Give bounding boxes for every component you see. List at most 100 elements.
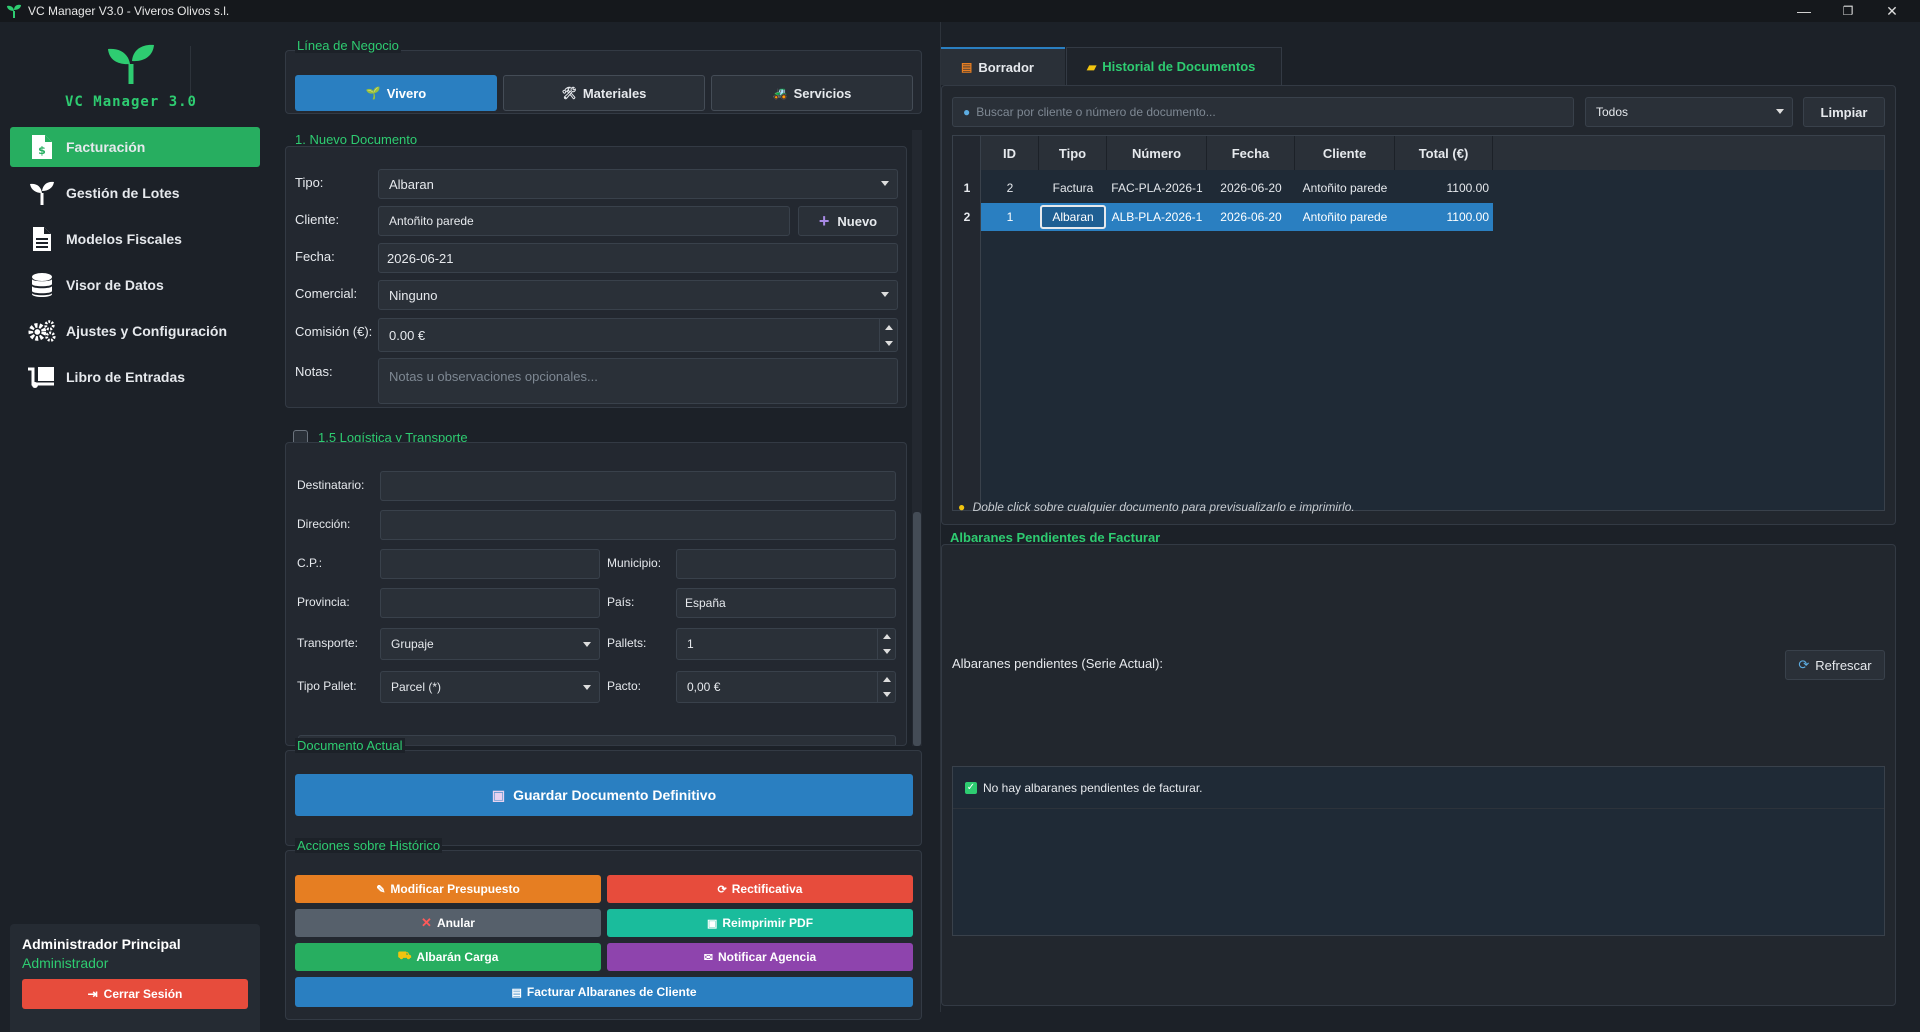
business-line-servicios-button[interactable]: 🚜 Servicios [711, 75, 913, 111]
clear-button[interactable]: Limpiar [1803, 97, 1885, 127]
minimize-button[interactable]: — [1782, 0, 1826, 22]
albaran-carga-button[interactable]: ⛟ Albarán Carga [295, 943, 601, 971]
direccion-input[interactable] [380, 510, 896, 540]
reimprimir-pdf-button[interactable]: ▣ Reimprimir PDF [607, 909, 913, 937]
pacto-value: 0,00 € [687, 680, 721, 694]
notas-placeholder: Notas u observaciones opcionales... [389, 369, 598, 384]
form-scrollbar-thumb[interactable] [913, 512, 921, 746]
document-icon: ▤ [961, 60, 973, 74]
header-label: Tipo [1058, 145, 1087, 161]
destinatario-input[interactable] [380, 471, 896, 501]
pending-title: Albaranes Pendientes de Facturar [950, 530, 1161, 545]
svg-text:$: $ [38, 144, 46, 157]
pallets-spinbox[interactable]: 1 [676, 628, 896, 660]
spin-arrows[interactable] [877, 672, 895, 702]
tools-icon: 🛠 [561, 86, 577, 100]
logo-sprout-icon [108, 44, 154, 84]
sidebar-item-label: Gestión de Lotes [66, 185, 180, 201]
sidebar-item-label: Modelos Fiscales [66, 231, 182, 247]
column-header-fecha[interactable]: Fecha [1207, 136, 1295, 170]
notas-textarea[interactable]: Notas u observaciones opcionales... [378, 358, 898, 404]
sidebar: VC Manager 3.0 $ Facturación Gestión de … [0, 22, 262, 1032]
cell-tipo-focused[interactable]: Albaran [1039, 203, 1107, 231]
comercial-select[interactable]: Ninguno [378, 280, 898, 310]
anular-button[interactable]: ✕ Anular [295, 909, 601, 937]
sidebar-item-libro[interactable]: Libro de Entradas [10, 357, 260, 397]
app-sprout-icon [7, 4, 21, 18]
button-label: Servicios [793, 85, 852, 101]
tab-borrador[interactable]: ▤ Borrador [941, 47, 1065, 85]
comision-spinbox[interactable]: 0.00 € [378, 318, 898, 352]
form-scrollbar[interactable] [912, 130, 922, 746]
user-role: Administrador [22, 955, 109, 971]
tab-historial[interactable]: ▰ Historial de Documentos [1066, 47, 1282, 85]
header-label: Total (€) [1418, 145, 1469, 161]
button-label: Vivero [386, 85, 427, 101]
floppy-icon: ▣ [491, 786, 506, 803]
document-form-panel: Línea de Negocio 🌱 Vivero 🛠 Materiales 🚜… [270, 22, 930, 1032]
column-header-numero[interactable]: Número [1107, 136, 1207, 170]
button-label: Facturar Albaranes de Cliente [526, 985, 697, 999]
comercial-value: Ninguno [389, 287, 438, 303]
type-filter-select[interactable]: Todos [1585, 97, 1793, 127]
sidebar-item-ajustes[interactable]: Ajustes y Configuración [10, 311, 260, 351]
maximize-button[interactable]: ❐ [1826, 0, 1870, 22]
spin-arrows[interactable] [879, 319, 897, 351]
tipo-pallet-select[interactable]: Parcel (*) [380, 671, 600, 703]
invoice-icon: $ [28, 135, 56, 159]
sidebar-item-lotes[interactable]: Gestión de Lotes [10, 173, 260, 213]
cell-cliente: Antoñito parede [1302, 181, 1388, 195]
list-item: ✓ No hay albaranes pendientes de factura… [953, 767, 1884, 809]
fecha-label: Fecha: [295, 249, 335, 264]
sidebar-item-facturacion[interactable]: $ Facturación [10, 127, 260, 167]
spin-arrows[interactable] [877, 629, 895, 659]
hint-text: Doble click sobre cualquier documento pa… [972, 500, 1355, 514]
cp-input[interactable] [380, 549, 600, 579]
tipo-value: Albaran [389, 176, 434, 192]
sidebar-item-label: Libro de Entradas [66, 369, 186, 385]
column-header-tipo[interactable]: Tipo [1039, 136, 1107, 170]
close-button[interactable]: ✕ [1870, 0, 1914, 22]
documents-table: ID Tipo Número Fecha Cliente Total (€) 1… [952, 135, 1885, 511]
pais-input[interactable]: España [676, 588, 896, 618]
fecha-value: 2026-06-21 [387, 250, 454, 266]
modificar-presupuesto-button[interactable]: ✎ Modificar Presupuesto [295, 875, 601, 903]
provincia-input[interactable] [380, 588, 600, 618]
header-label: Cliente [1322, 145, 1367, 161]
logout-icon: ⇥ [87, 987, 98, 1001]
sidebar-item-modelos[interactable]: Modelos Fiscales [10, 219, 260, 259]
column-header-total[interactable]: Total (€) [1395, 136, 1493, 170]
rectificativa-button[interactable]: ⟳ Rectificativa [607, 875, 913, 903]
business-line-materiales-button[interactable]: 🛠 Materiales [503, 75, 705, 111]
title-bar: VC Manager V3.0 - Viveros Olivos s.l. — … [0, 0, 1920, 22]
row-index: 2 [963, 210, 971, 224]
facturar-albaranes-button[interactable]: ▤ Facturar Albaranes de Cliente [295, 977, 913, 1007]
pacto-spinbox[interactable]: 0,00 € [676, 671, 896, 703]
column-header-cliente[interactable]: Cliente [1295, 136, 1395, 170]
fecha-input[interactable]: 2026-06-21 [378, 243, 898, 273]
header-filler [1493, 136, 1884, 170]
tipo-select[interactable]: Albaran [378, 169, 898, 199]
cell-fecha: 2026-06-20 [1207, 203, 1295, 231]
logout-button[interactable]: ⇥ Cerrar Sesión [22, 979, 248, 1009]
refresh-button[interactable]: ⟳ Refrescar [1785, 650, 1885, 680]
business-line-vivero-button[interactable]: 🌱 Vivero [295, 75, 497, 111]
button-label: Refrescar [1815, 657, 1872, 673]
comercial-label: Comercial: [295, 286, 358, 301]
database-icon [28, 273, 56, 297]
sidebar-item-visor[interactable]: Visor de Datos [10, 265, 260, 305]
transporte-select[interactable]: Grupaje [380, 628, 600, 660]
column-header-id[interactable]: ID [981, 136, 1039, 170]
search-input[interactable]: ● Buscar por cliente o número de documen… [952, 97, 1574, 127]
save-document-button[interactable]: ▣ Guardar Documento Definitivo [295, 774, 913, 816]
search-icon: ● [963, 105, 971, 119]
notificar-agencia-button[interactable]: ✉ Notificar Agencia [607, 943, 913, 971]
logo-text: VC Manager 3.0 [64, 94, 197, 110]
cliente-input[interactable]: Antoñito parede [378, 206, 790, 236]
municipio-input[interactable] [676, 549, 896, 579]
cell-tipo: Albaran [1040, 205, 1106, 229]
new-document-title: 1. Nuevo Documento [295, 132, 418, 147]
button-label: Albarán Carga [416, 950, 499, 964]
cell-id: 2 [1006, 181, 1014, 195]
nuevo-cliente-button[interactable]: + Nuevo [798, 206, 898, 236]
